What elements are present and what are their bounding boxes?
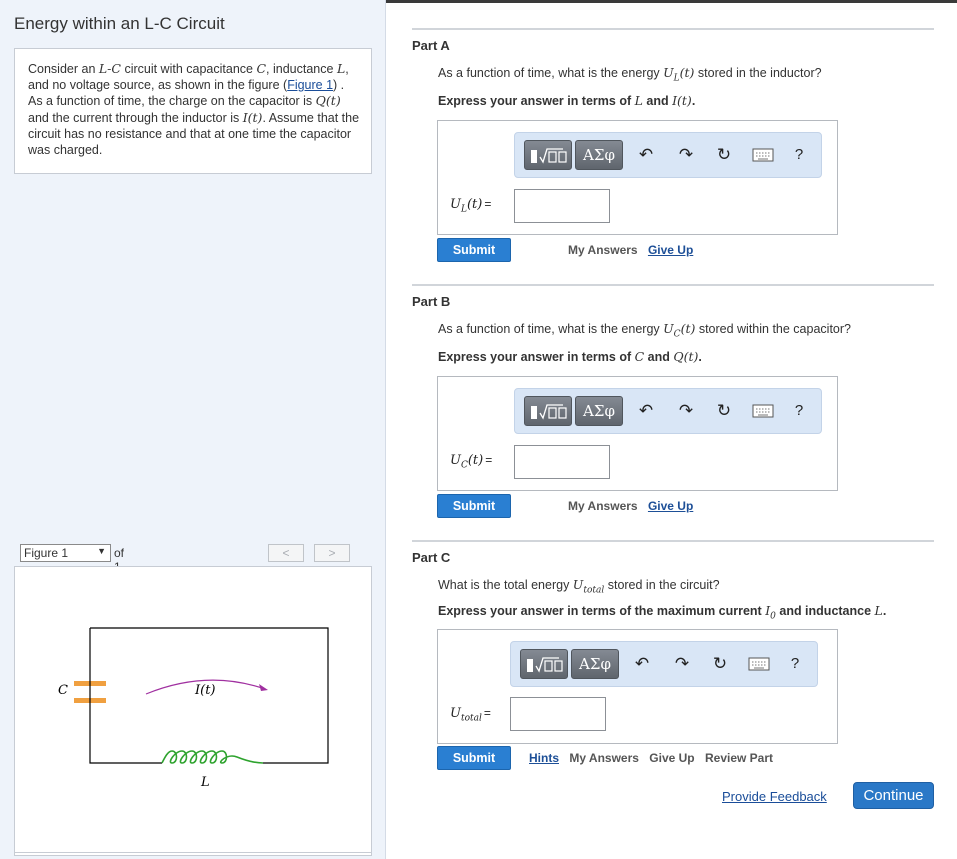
part-a-links: My Answers Give Up (568, 243, 693, 257)
part-c-separator (412, 540, 934, 542)
part-a-answer-input[interactable] (514, 189, 610, 223)
part-a-math-toolbar: ΑΣφ ↶ ↷ ↻ ? (514, 132, 822, 178)
review-part-link[interactable]: Review Part (705, 751, 773, 765)
templates-button[interactable] (524, 396, 572, 426)
part-b-instruction: Express your answer in terms of C and Q(… (438, 349, 702, 364)
symbol-c: C (256, 61, 267, 76)
part-b-title: Part B (412, 294, 451, 309)
figure-link[interactable]: Figure 1 (287, 78, 333, 92)
provide-feedback-link[interactable]: Provide Feedback (722, 789, 827, 804)
redo-icon[interactable]: ↷ (672, 653, 692, 675)
greek-symbols-button[interactable]: ΑΣφ (575, 396, 623, 426)
give-up-link[interactable]: Give Up (648, 499, 693, 513)
part-b-answer-input[interactable] (514, 445, 610, 479)
part-a-instruction: Express your answer in terms of L and I(… (438, 93, 696, 108)
undo-icon[interactable]: ↶ (636, 144, 656, 166)
symbol-q: Q(t) (315, 93, 341, 109)
keyboard-icon[interactable] (748, 655, 770, 677)
give-up-link[interactable]: Give Up (648, 243, 693, 257)
capacitor-label: C (58, 683, 68, 698)
part-b-math-toolbar: ΑΣφ ↶ ↷ ↻ ? (514, 388, 822, 434)
top-bar (386, 0, 957, 3)
keyboard-icon[interactable] (752, 146, 774, 168)
inductor-label: L (201, 775, 210, 790)
reset-icon[interactable]: ↻ (713, 400, 735, 422)
part-b-separator (412, 284, 934, 286)
my-answers-link[interactable]: My Answers (568, 499, 638, 513)
continue-button[interactable]: Continue (853, 782, 934, 809)
dropdown-arrow-icon: ▼ (97, 546, 106, 556)
templates-button[interactable] (524, 140, 572, 170)
undo-icon[interactable]: ↶ (636, 400, 656, 422)
templates-icon (531, 148, 567, 164)
circuit-wire (89, 703, 162, 764)
my-answers-link[interactable]: My Answers (568, 243, 638, 257)
greek-symbols-button[interactable]: ΑΣφ (571, 649, 619, 679)
lc-circuit-diagram (74, 627, 329, 764)
figure-select[interactable]: Figure 1 ▼ (20, 544, 111, 562)
templates-icon (527, 657, 563, 673)
keyboard-icon[interactable] (752, 402, 774, 424)
part-c-answer-box: ΑΣφ ↶ ↷ ↻ ? Utotal = (437, 629, 838, 744)
part-b-links: My Answers Give Up (568, 499, 693, 513)
part-c-answer-input[interactable] (510, 697, 606, 731)
problem-title: Energy within an L-C Circuit (14, 14, 225, 33)
part-a-separator (412, 28, 934, 30)
part-c-answer-label: Utotal = (450, 706, 491, 724)
figure-prev-button[interactable]: < (268, 544, 304, 562)
part-c-submit-button[interactable]: Submit (437, 746, 511, 770)
arrow-head-icon (259, 684, 268, 691)
lc-text: L-C (98, 61, 121, 76)
problem-intro: Consider an L-C circuit with capacitance… (14, 48, 372, 174)
greek-symbols-button[interactable]: ΑΣφ (575, 140, 623, 170)
figure-panel: C I(t) L (14, 566, 372, 856)
symbol-i: I(t) (242, 109, 263, 125)
part-a-answer-label: UL(t) = (450, 197, 492, 215)
undo-icon[interactable]: ↶ (632, 653, 652, 675)
part-a-submit-button[interactable]: Submit (437, 238, 511, 262)
part-a-answer-box: ΑΣφ ↶ ↷ ↻ ? UL(t) = (437, 120, 838, 235)
part-b-answer-box: ΑΣφ ↶ ↷ ↻ ? UC(t) = (437, 376, 838, 491)
reset-icon[interactable]: ↻ (709, 653, 731, 675)
part-c-instruction: Express your answer in terms of the maxi… (438, 603, 887, 622)
symbol-l: L (336, 61, 346, 76)
current-label: I(t) (195, 683, 216, 698)
inductor-coil (161, 750, 264, 764)
part-c-links: Hints My Answers Give Up Review Part (529, 751, 773, 765)
hints-link[interactable]: Hints (529, 751, 559, 765)
figure-bottom-border (14, 852, 372, 853)
part-a-title: Part A (412, 38, 450, 53)
part-b-question: As a function of time, what is the energ… (438, 321, 851, 340)
part-b-answer-label: UC(t) = (450, 453, 493, 471)
templates-icon (531, 404, 567, 420)
figure-next-button[interactable]: > (314, 544, 350, 562)
templates-button[interactable] (520, 649, 568, 679)
help-icon[interactable]: ? (790, 144, 808, 166)
my-answers-link[interactable]: My Answers (569, 751, 639, 765)
redo-icon[interactable]: ↷ (676, 400, 696, 422)
help-icon[interactable]: ? (790, 400, 808, 422)
part-c-question: What is the total energy Utotal stored i… (438, 577, 720, 596)
redo-icon[interactable]: ↷ (676, 144, 696, 166)
part-c-math-toolbar: ΑΣφ ↶ ↷ ↻ ? (510, 641, 818, 687)
give-up-link[interactable]: Give Up (649, 751, 694, 765)
part-b-submit-button[interactable]: Submit (437, 494, 511, 518)
part-c-title: Part C (412, 550, 451, 565)
reset-icon[interactable]: ↻ (713, 144, 735, 166)
part-a-question: As a function of time, what is the energ… (438, 65, 822, 84)
help-icon[interactable]: ? (786, 653, 804, 675)
